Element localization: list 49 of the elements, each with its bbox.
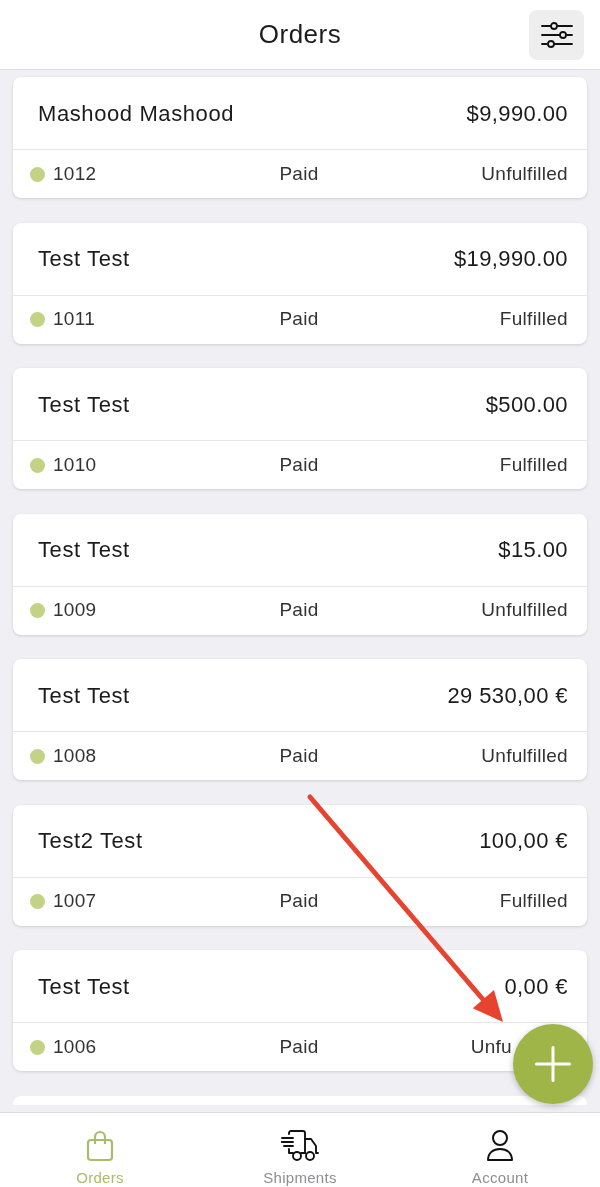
customer-name: Test Test [38,681,130,710]
payment-status: Paid [279,161,319,186]
filter-button[interactable] [529,9,584,60]
plus-icon [535,1046,571,1082]
customer-name: Test Test [38,536,130,564]
order-card[interactable]: Test Test $15.00 1009 Paid Unfulfilled [13,513,587,635]
customer-name: Test Test [38,972,130,1001]
order-number: 1007 [53,889,97,914]
fulfillment-status: Fulfilled [499,889,568,914]
fulfillment-status: Fulfilled [499,307,568,332]
customer-name: Test2 Test [38,827,143,855]
fulfillment-status: Unfulfilled [481,161,568,186]
truck-icon [281,1130,319,1162]
payment-status: Paid [279,598,319,623]
order-card[interactable]: Test Test $19,990.00 1011 Paid Fulfilled [13,222,587,344]
fulfillment-status: Unfulfilled [481,743,568,768]
order-number: 1006 [53,1034,97,1059]
order-total: 29 530,00 € [447,681,568,710]
payment-status: Paid [279,307,319,332]
order-number: 1008 [53,743,97,768]
customer-name: Test Test [38,245,130,273]
order-number: 1009 [53,598,97,623]
order-number: 1011 [53,307,96,332]
order-card[interactable]: Test Test $500.00 1010 Paid Fulfilled [13,368,587,489]
order-card[interactable]: Mashood Mashood $9,990.00 1012 Paid Unfulfilled [13,77,587,198]
shopping-bag-icon [86,1130,114,1162]
order-number: 1012 [53,161,97,186]
order-total: 100,00 € [479,827,568,855]
fulfillment-status: Unfulfilled [481,598,568,623]
page-title: Orders [258,18,342,51]
order-card[interactable]: Test Test 0,00 € 1006 Paid Unfu [13,950,587,1071]
customer-name: Mashood Mashood [38,99,235,128]
payment-status: Paid [279,452,319,477]
payment-status: Paid [279,1034,319,1059]
order-total: $500.00 [485,390,568,419]
order-total: $9,990.00 [466,99,568,128]
order-card[interactable]: Test2 Test 100,00 € 1007 Paid Fulfilled [13,804,587,926]
payment-status: Paid [279,743,319,768]
payment-status: Paid [279,889,319,914]
order-total: 0,00 € [504,972,568,1001]
person-icon [486,1130,514,1162]
fulfillment-status: Unfu [470,1034,513,1059]
filter-icon [540,20,573,49]
customer-name: Test Test [38,390,130,419]
order-total: $19,990.00 [453,245,568,273]
fulfillment-status: Fulfilled [499,452,568,477]
order-card[interactable]: Test Test 29 530,00 € 1008 Paid Unfulfilled [13,659,587,780]
order-number: 1010 [53,452,97,477]
order-total: $15.00 [498,536,568,564]
